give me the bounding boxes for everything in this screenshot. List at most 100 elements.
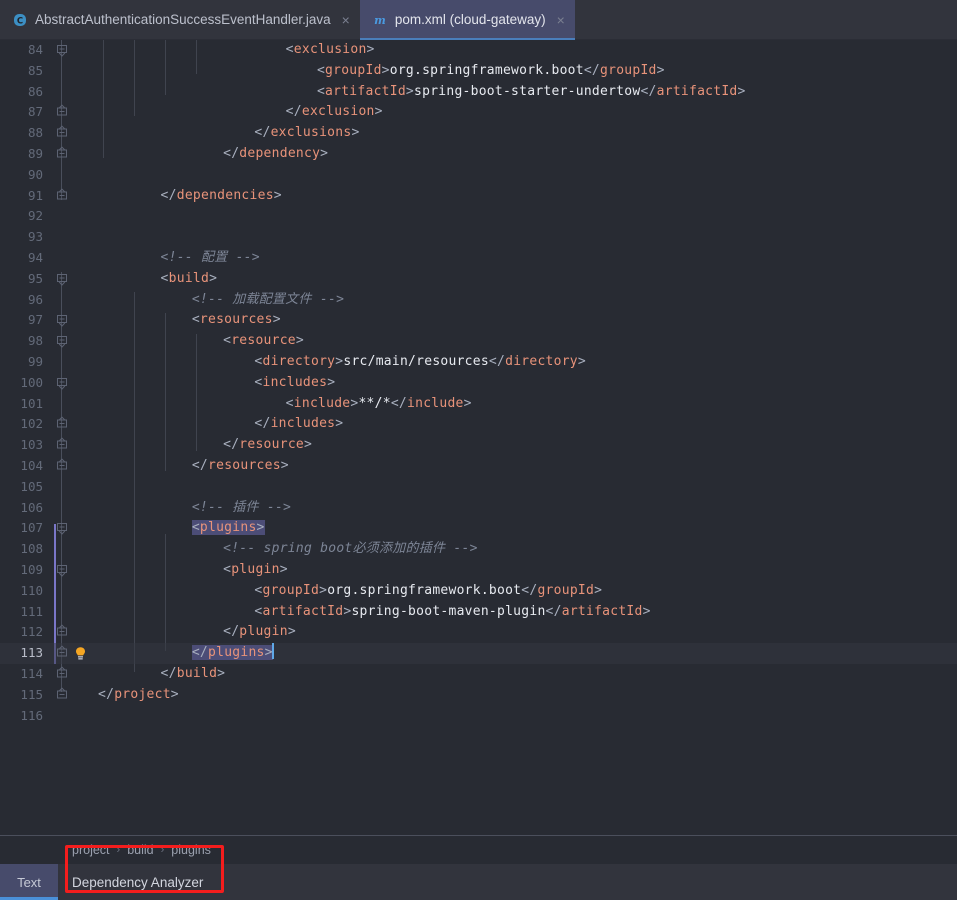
code-body[interactable]: 84 <exclusion> 85 <groupId>org.springframew… (0, 40, 957, 726)
line-number: 106 (20, 499, 43, 515)
selected-text: <plugins> (191, 520, 265, 536)
fold-marker-icon[interactable] (55, 102, 69, 123)
tab-dependency-analyzer[interactable]: Dependency Analyzer (58, 864, 203, 900)
code-line[interactable]: 111 <artifactId>spring-boot-maven-plugin<… (0, 602, 957, 623)
intention-bulb-icon[interactable] (73, 646, 88, 661)
close-icon[interactable]: × (342, 13, 350, 27)
code-line[interactable]: 89 </dependency> (0, 144, 957, 165)
fold-marker-icon[interactable] (55, 560, 69, 581)
code-line[interactable]: 90 (0, 165, 957, 186)
code-line[interactable]: 109 <plugin> (0, 560, 957, 581)
fold-marker-icon[interactable] (55, 456, 69, 477)
code-text: </exclusions> (254, 125, 360, 141)
fold-marker-icon[interactable] (55, 622, 69, 643)
code-line[interactable]: 101 <include>**/*</include> (0, 394, 957, 415)
code-text: </dependency> (223, 145, 329, 161)
fold-marker-icon[interactable] (55, 331, 69, 352)
code-line[interactable]: 114 </build> (0, 664, 957, 685)
code-line[interactable]: 110 <groupId>org.springframework.boot</gr… (0, 581, 957, 602)
line-number: 90 (27, 166, 43, 182)
code-line[interactable]: 116 (0, 706, 957, 727)
code-line[interactable]: 88 </exclusions> (0, 123, 957, 144)
editor-tab-pom-xml[interactable]: m pom.xml (cloud-gateway) × (359, 0, 575, 40)
code-line[interactable]: 107 <plugins> (0, 518, 957, 539)
code-line[interactable]: 84 <exclusion> (0, 40, 957, 61)
fold-marker-icon[interactable] (55, 186, 69, 207)
line-number: 93 (27, 229, 43, 245)
breadcrumb-item-build[interactable]: build (127, 843, 153, 857)
line-number: 85 (27, 62, 43, 78)
editor-tab-bar: C AbstractAuthenticationSuccessEventHand… (0, 0, 957, 40)
line-number: 94 (27, 249, 43, 265)
fold-marker-icon[interactable] (55, 685, 69, 706)
code-line[interactable]: 87 </exclusion> (0, 102, 957, 123)
code-line[interactable]: 103 </resource> (0, 435, 957, 456)
editor-view-tabbar: Text Dependency Analyzer (0, 864, 957, 900)
code-line[interactable]: 106 <!-- 插件 --> (0, 498, 957, 519)
code-line[interactable]: 95 <build> (0, 269, 957, 290)
fold-marker-icon[interactable] (55, 310, 69, 331)
code-text: <!-- 插件 --> (191, 499, 292, 515)
line-number: 86 (27, 83, 43, 99)
line-number: 103 (20, 437, 43, 453)
code-line[interactable]: 92 (0, 206, 957, 227)
line-number: 92 (27, 208, 43, 224)
line-number: 112 (20, 624, 43, 640)
fold-marker-icon[interactable] (55, 144, 69, 165)
line-number: 95 (27, 270, 43, 286)
breadcrumb-item-project[interactable]: project (72, 843, 110, 857)
code-text: <!-- 加载配置文件 --> (191, 291, 345, 307)
code-line[interactable]: 97 <resources> (0, 310, 957, 331)
code-text: <plugins> (191, 518, 265, 539)
fold-marker-icon[interactable] (55, 414, 69, 435)
fold-marker-icon[interactable] (55, 518, 69, 539)
fold-marker-icon[interactable] (55, 123, 69, 144)
code-text: <exclusion> (285, 42, 375, 57)
line-number: 91 (27, 187, 43, 203)
code-line[interactable]: 112 </plugin> (0, 622, 957, 643)
code-text: <plugin> (223, 561, 288, 577)
line-number: 113 (20, 645, 43, 661)
code-line[interactable]: 102 </includes> (0, 414, 957, 435)
code-text: </plugins> (191, 643, 274, 664)
code-line[interactable]: 100 <includes> (0, 373, 957, 394)
code-line[interactable]: 85 <groupId>org.springframework.boot</gro… (0, 61, 957, 82)
code-line[interactable]: 113 </plugins> (0, 643, 957, 664)
selected-text: </plugins> (191, 645, 273, 661)
code-line[interactable]: 99 <directory>src/main/resources</directo… (0, 352, 957, 373)
fold-marker-icon[interactable] (55, 643, 69, 664)
line-number: 105 (20, 478, 43, 494)
code-line[interactable]: 93 (0, 227, 957, 248)
close-icon[interactable]: × (557, 13, 565, 27)
code-line[interactable]: 86 <artifactId>spring-boot-starter-undert… (0, 82, 957, 103)
fold-marker-icon[interactable] (55, 664, 69, 685)
line-number: 89 (27, 145, 43, 161)
code-editor[interactable]: 84 <exclusion> 85 <groupId>org.springframew… (0, 40, 957, 835)
code-text: <artifactId>spring-boot-starter-undertow… (316, 83, 746, 99)
fold-marker-icon[interactable] (55, 269, 69, 290)
code-text: <groupId>org.springframework.boot</group… (316, 62, 665, 78)
code-text: </build> (160, 665, 226, 681)
java-class-icon: C (12, 12, 28, 28)
fold-marker-icon[interactable] (55, 373, 69, 394)
code-text: <include>**/*</include> (285, 395, 472, 411)
editor-tab-label: pom.xml (cloud-gateway) (394, 12, 546, 28)
code-line[interactable]: 96 <!-- 加载配置文件 --> (0, 290, 957, 311)
code-line[interactable]: 91 </dependencies> (0, 186, 957, 207)
editor-tab-java[interactable]: C AbstractAuthenticationSuccessEventHand… (0, 0, 360, 40)
breadcrumb-item-plugins[interactable]: plugins (171, 843, 211, 857)
code-text: <groupId>org.springframework.boot</group… (254, 582, 603, 598)
line-number: 98 (27, 333, 43, 349)
code-text: </plugin> (223, 624, 296, 640)
code-line[interactable]: 94 <!-- 配置 --> (0, 248, 957, 269)
code-line[interactable]: 115 </project> (0, 685, 957, 706)
code-line[interactable]: 98 <resource> (0, 331, 957, 352)
tab-text[interactable]: Text (0, 864, 58, 900)
code-text: </exclusion> (285, 104, 383, 120)
code-line[interactable]: 108 <!-- spring boot必须添加的插件 --> (0, 539, 957, 560)
fold-marker-icon[interactable] (55, 435, 69, 456)
code-line[interactable]: 105 (0, 477, 957, 498)
fold-marker-icon[interactable] (55, 40, 69, 61)
line-number: 110 (20, 582, 43, 598)
code-line[interactable]: 104 </resources> (0, 456, 957, 477)
